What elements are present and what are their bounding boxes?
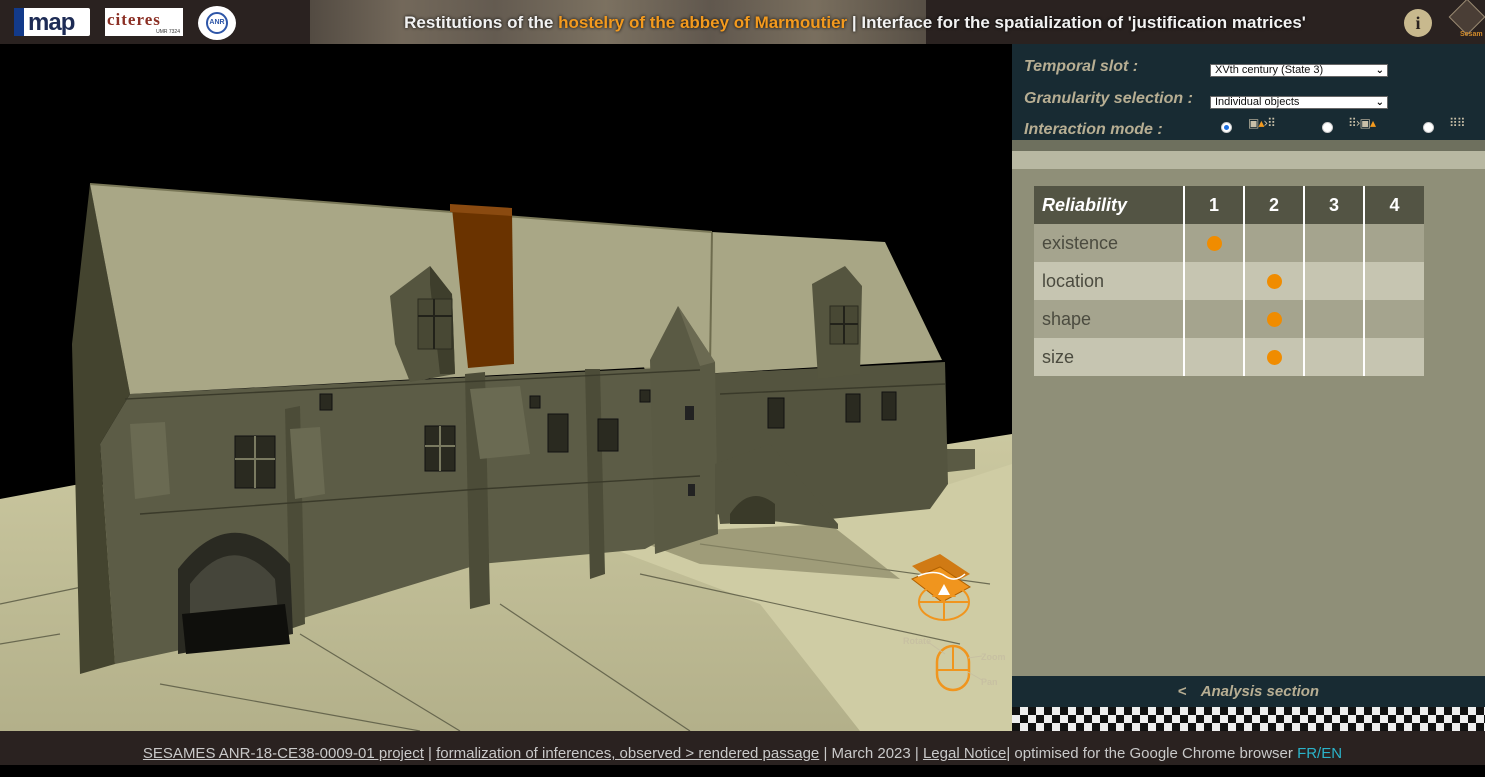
granularity-value: Individual objects [1215,96,1300,108]
temporal-slot-label: Temporal slot : [1024,58,1139,75]
table-cell [1184,224,1245,262]
granularity-label: Granularity selection : [1024,90,1193,107]
anr-logo-text: ANR [206,12,228,34]
table-cell [1364,262,1424,300]
temporal-slot-select[interactable]: XVth century (State 3) ⌄ [1210,64,1388,77]
header-bar: map citeres UMR 7324 ANR Restitutions of… [0,0,1485,44]
reliability-dot [1206,235,1222,251]
table-cell [1184,338,1245,376]
interaction-mode-label: Interaction mode : [1024,121,1163,138]
rotate-label: Rotate [903,636,932,646]
granularity-select[interactable]: Individual objects ⌄ [1210,96,1388,109]
reliability-dot [1266,349,1282,365]
mode-radio-1[interactable] [1221,122,1232,133]
table-cell [1304,300,1365,338]
checkerboard-floor [1012,707,1485,731]
browser-note: | optimised for the Google Chrome browse… [1006,745,1298,762]
table-row: shape [1034,300,1424,338]
column-header-2: 2 [1244,186,1305,224]
table-cell [1304,224,1365,262]
table-cell [1244,300,1305,338]
footer-bar: SESAMES ANR-18-CE38-0009-01 project | fo… [0,731,1485,765]
analysis-section-toggle[interactable]: < Analysis section [1012,676,1485,707]
zoom-label: Zoom [981,652,1006,662]
column-header-1: 1 [1184,186,1245,224]
chevron-down-icon: ⌄ [1375,97,1384,108]
table-row: size [1034,338,1424,376]
reliability-header: Reliability [1034,186,1185,224]
table-cell [1244,338,1305,376]
legal-notice-link[interactable]: Legal Notice [923,745,1006,762]
mode-radio-2[interactable] [1322,122,1333,133]
table-row: location [1034,262,1424,300]
chevron-down-icon: ⌄ [1375,65,1384,76]
title-suffix: | Interface for the spatialization of 'j… [847,13,1306,32]
row-label-shape: shape [1034,300,1185,338]
info-icon: i [1415,13,1421,33]
citeres-logo-sub: UMR 7324 [156,29,180,35]
formalization-link[interactable]: formalization of inferences, observed > … [436,745,819,762]
table-cell [1364,300,1424,338]
citeres-logo-text: citeres [107,10,161,29]
object-to-matrix-icon: ▣▴›⠿ [1248,116,1276,130]
table-cell [1364,224,1424,262]
title-prefix: Restitutions of the [404,13,559,32]
table-cell [1364,338,1424,376]
matrix-mode-icon: ⠿⠿ [1449,116,1466,130]
anr-logo[interactable]: ANR [198,6,236,40]
table-cell [1304,262,1365,300]
3d-viewport[interactable]: Rotate Zoom Pan [0,44,1012,731]
table-cell [1184,300,1245,338]
reliability-table: Reliability 1 2 3 4 existence location s… [1034,186,1424,376]
row-label-size: size [1034,338,1185,376]
panel-shade-band [1012,140,1485,151]
language-switch[interactable]: FR/EN [1297,745,1342,762]
map-logo-text: map [28,9,75,36]
row-label-location: location [1034,262,1185,300]
pan-label: Pan [981,677,998,687]
table-cell [1244,224,1305,262]
citeres-logo[interactable]: citeres UMR 7324 [105,8,183,36]
project-link[interactable]: SESAMES ANR-18-CE38-0009-01 project [143,745,424,762]
column-header-4: 4 [1364,186,1424,224]
table-cell [1184,262,1245,300]
panel-light-band [1012,151,1485,169]
table-cell [1244,262,1305,300]
sesames-logo-text: Sesam [1460,31,1483,38]
table-cell [1304,338,1365,376]
matrix-to-object-icon: ⠿›▣▴ [1348,116,1376,130]
map-logo[interactable]: map [14,8,90,36]
footer-separator: | [423,745,437,762]
controls-area: Temporal slot : XVth century (State 3) ⌄… [1012,44,1485,140]
row-label-existence: existence [1034,224,1185,262]
analysis-section-label: Analysis section [1200,683,1320,700]
temporal-slot-value: XVth century (State 3) [1215,64,1324,76]
title-highlight: hostelry of the abbey of Marmoutier [558,13,848,32]
table-row: existence [1034,224,1424,262]
sesames-logo[interactable]: Sesam [1448,0,1485,42]
column-header-3: 3 [1304,186,1365,224]
page-title: Restitutions of the hostelry of the abbe… [340,13,1370,33]
side-panel: Temporal slot : XVth century (State 3) ⌄… [1012,44,1485,707]
mode-radio-3[interactable] [1423,122,1434,133]
footer-date: | March 2023 | [819,745,923,762]
info-button[interactable]: i [1404,9,1432,37]
chevron-left-icon: < [1177,683,1187,700]
scene-render [0,183,1012,731]
reliability-dot [1266,311,1282,327]
reliability-dot [1266,273,1282,289]
